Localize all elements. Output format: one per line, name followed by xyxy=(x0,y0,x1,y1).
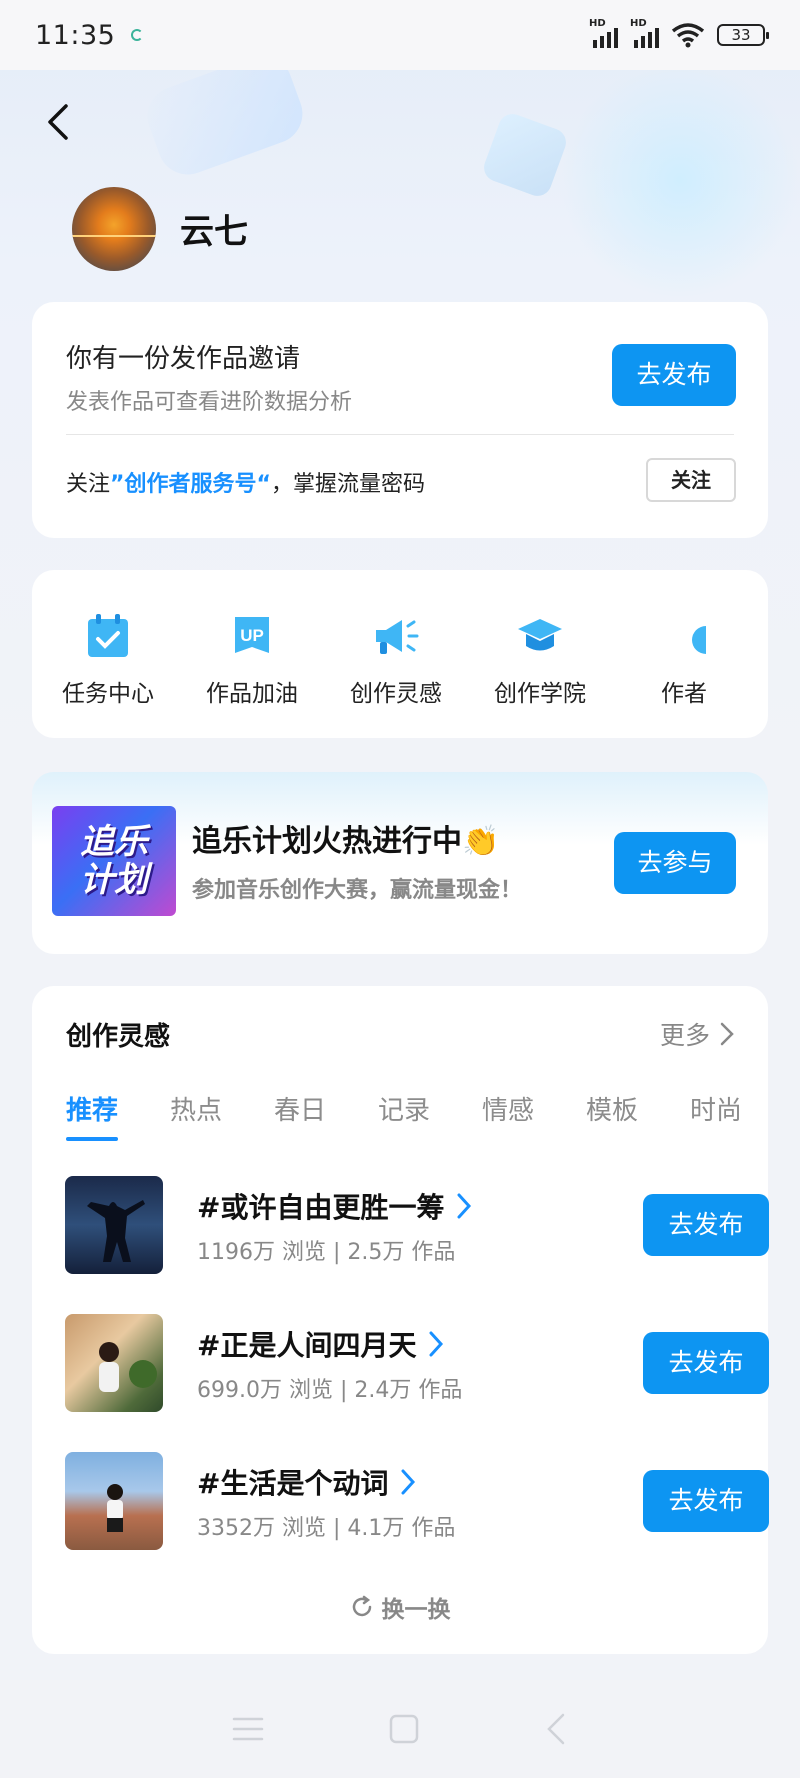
tab-spring[interactable]: 春日 xyxy=(274,1090,326,1127)
back-nav-icon[interactable] xyxy=(543,1712,569,1746)
chevron-right-icon xyxy=(429,1331,444,1357)
topic-stats: 699.0万 浏览 | 2.4万 作品 xyxy=(197,1378,463,1403)
topic-item[interactable]: #生活是个动词 3352万 浏览 | 4.1万 作品 去发布 xyxy=(65,1452,769,1552)
back-button[interactable] xyxy=(40,100,80,144)
back-arrow-icon xyxy=(48,104,68,140)
refresh-icon xyxy=(352,1595,371,1617)
more-link[interactable]: 更多 xyxy=(660,1016,734,1052)
partial-icon xyxy=(692,626,706,654)
tool-label: 任务中心 xyxy=(62,681,154,707)
chevron-right-icon xyxy=(457,1193,472,1219)
service-account-link[interactable]: ”创作者服务号“ xyxy=(110,472,271,497)
promo-subtitle: 参加音乐创作大赛，赢流量现金！ xyxy=(192,878,523,903)
tool-label: 创作灵感 xyxy=(350,681,442,707)
topic-item[interactable]: #或许自由更胜一筹 1196万 浏览 | 2.5万 作品 去发布 xyxy=(65,1176,769,1276)
publish-button[interactable]: 去发布 xyxy=(643,1332,769,1394)
status-bar: 11:35 HD HD 33 xyxy=(0,0,800,70)
tool-academy[interactable]: 创作学院 xyxy=(470,610,610,708)
person-photo-icon xyxy=(99,1342,157,1392)
more-label: 更多 xyxy=(659,1021,710,1050)
menu-icon[interactable] xyxy=(231,1714,265,1744)
publish-button[interactable]: 去发布 xyxy=(643,1194,769,1256)
tab-fashion[interactable]: 时尚 xyxy=(690,1090,742,1127)
refresh-button[interactable]: 换一换 xyxy=(32,1590,768,1624)
tool-task-center[interactable]: 任务中心 xyxy=(38,610,178,708)
tool-label: 作品加油 xyxy=(206,681,298,707)
wifi-icon xyxy=(671,23,705,48)
topic-thumbnail xyxy=(65,1452,163,1550)
publish-button[interactable]: 去发布 xyxy=(643,1470,769,1532)
topic-stats: 3352万 浏览 | 4.1万 作品 xyxy=(197,1516,456,1541)
tab-emotion[interactable]: 情感 xyxy=(482,1090,534,1127)
topic-title: #生活是个动词 xyxy=(197,1467,389,1500)
invite-title: 你有一份发作品邀请 xyxy=(66,344,301,374)
system-nav-bar xyxy=(0,1680,800,1778)
promo-banner[interactable]: 追乐 计划 追乐计划火热进行中👏 参加音乐创作大赛，赢流量现金！ 去参与 xyxy=(32,772,768,954)
topic-name: #或许自由更胜一筹 xyxy=(197,1186,472,1226)
tab-hot[interactable]: 热点 xyxy=(170,1090,222,1127)
tool-work-boost[interactable]: UP 作品加油 xyxy=(182,610,322,708)
promo-title: 追乐计划火热进行中👏 xyxy=(192,824,500,859)
invite-subtitle: 发表作品可查看进阶数据分析 xyxy=(66,390,353,415)
topic-title: #或许自由更胜一筹 xyxy=(197,1191,445,1224)
topic-thumbnail xyxy=(65,1176,163,1274)
tools-card: 任务中心 UP 作品加油 创作灵感 创作学院 作者 xyxy=(32,570,768,738)
status-icons: HD HD 33 xyxy=(589,18,769,48)
avatar[interactable] xyxy=(72,187,156,271)
invite-card: 你有一份发作品邀请 发表作品可查看进阶数据分析 去发布 关注”创作者服务号“，掌… xyxy=(32,302,768,538)
status-time: 11:35 xyxy=(35,19,116,51)
follow-button[interactable]: 关注 xyxy=(646,458,736,502)
topic-item[interactable]: #正是人间四月天 699.0万 浏览 | 2.4万 作品 去发布 xyxy=(65,1314,769,1414)
tool-author[interactable]: 作者 xyxy=(614,610,754,708)
home-icon[interactable] xyxy=(388,1713,420,1745)
promo-image-text: 计划 xyxy=(80,860,148,900)
tool-inspiration[interactable]: 创作灵感 xyxy=(326,610,466,708)
person-silhouette-icon xyxy=(87,1200,145,1262)
tool-label: 作者 xyxy=(661,681,707,707)
refresh-label: 换一换 xyxy=(381,1597,451,1623)
username: 云七 xyxy=(180,212,248,252)
join-button[interactable]: 去参与 xyxy=(614,832,736,894)
promo-image-text: 追乐 xyxy=(80,822,148,862)
category-tabs: 推荐 热点 春日 记录 情感 模板 时尚 xyxy=(66,1090,768,1141)
battery-icon: 33 xyxy=(717,24,769,46)
calendar-check-icon xyxy=(88,614,128,657)
graduation-cap-icon xyxy=(518,619,562,651)
sync-icon xyxy=(131,29,144,41)
background-glow xyxy=(560,60,800,300)
megaphone-icon xyxy=(376,620,419,654)
follow-prefix: 关注 xyxy=(66,472,111,497)
chevron-right-icon xyxy=(720,1022,734,1046)
topic-name: #正是人间四月天 xyxy=(197,1324,444,1364)
person-photo-icon xyxy=(107,1484,123,1532)
publish-button[interactable]: 去发布 xyxy=(612,344,736,406)
signal-icon: HD xyxy=(630,18,659,48)
divider xyxy=(66,434,734,435)
up-badge-icon: UP xyxy=(235,617,269,653)
topic-stats: 1196万 浏览 | 2.5万 作品 xyxy=(197,1240,456,1265)
promo-image: 追乐 计划 xyxy=(52,806,176,916)
section-title: 创作灵感 xyxy=(66,1022,171,1052)
chevron-right-icon xyxy=(401,1469,416,1495)
topic-thumbnail xyxy=(65,1314,163,1412)
inspiration-card: 创作灵感 更多 推荐 热点 春日 记录 情感 模板 时尚 #或许自由更胜一筹 1… xyxy=(32,986,769,1654)
follow-prompt: 关注”创作者服务号“，掌握流量密码 xyxy=(66,466,425,498)
topic-title: #正是人间四月天 xyxy=(197,1329,417,1362)
topic-name: #生活是个动词 xyxy=(197,1462,416,1502)
svg-text:UP: UP xyxy=(240,626,264,645)
tab-recommended[interactable]: 推荐 xyxy=(66,1090,119,1141)
tool-label: 创作学院 xyxy=(494,681,586,707)
tab-record[interactable]: 记录 xyxy=(378,1090,430,1127)
signal-icon: HD xyxy=(589,18,618,48)
follow-suffix: ，掌握流量密码 xyxy=(270,472,425,497)
tab-template[interactable]: 模板 xyxy=(586,1090,638,1127)
